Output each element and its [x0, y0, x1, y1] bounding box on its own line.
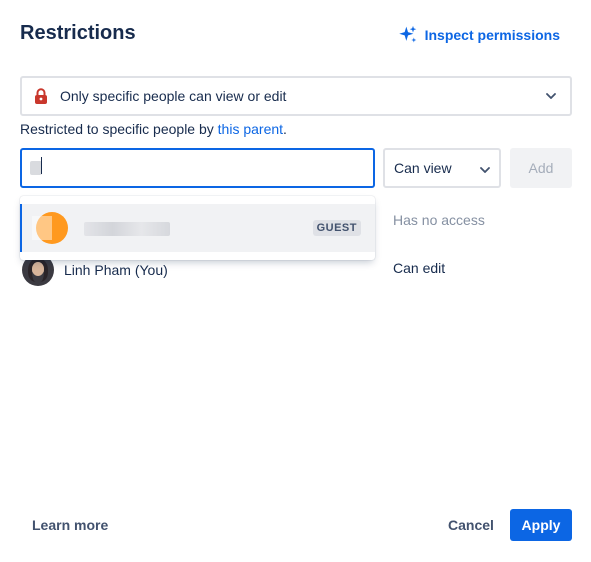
inheritance-note-text: Restricted to specific people by: [20, 121, 218, 137]
parent-page-link[interactable]: this parent: [218, 121, 283, 137]
permission-select[interactable]: Can view: [383, 148, 501, 188]
sparkle-icon: [398, 25, 416, 43]
redacted-user-name: [84, 222, 170, 236]
user-name: Linh Pham (You): [64, 262, 168, 278]
permission-select-value: Can view: [394, 160, 452, 176]
inheritance-note-suffix: .: [283, 121, 287, 137]
learn-more-link[interactable]: Learn more: [32, 517, 108, 533]
restriction-level-value: Only specific people can view or edit: [60, 88, 287, 104]
row-access-level: Can edit: [393, 260, 446, 276]
dialog-title: Restrictions: [20, 22, 136, 44]
chevron-down-icon: [480, 160, 490, 176]
inspect-permissions-label: Inspect permissions: [424, 27, 560, 43]
lock-icon: [34, 88, 50, 104]
cancel-button[interactable]: Cancel: [440, 509, 502, 541]
restriction-level-select[interactable]: Only specific people can view or edit: [20, 76, 572, 116]
chevron-down-icon: [544, 89, 558, 103]
people-suggestions-menu: GUEST: [20, 196, 375, 260]
apply-button[interactable]: Apply: [510, 509, 572, 541]
suggestion-option[interactable]: GUEST: [20, 204, 375, 252]
inheritance-note: Restricted to specific people by this pa…: [20, 121, 287, 137]
inspect-permissions-button[interactable]: Inspect permissions: [398, 25, 560, 45]
row-access-level: Has no access: [393, 212, 485, 228]
guest-badge: GUEST: [312, 220, 361, 236]
text-caret: [41, 157, 42, 174]
people-search-input[interactable]: [20, 148, 375, 188]
add-button[interactable]: Add: [510, 148, 572, 188]
redacted-avatar-overlay: [32, 216, 52, 240]
